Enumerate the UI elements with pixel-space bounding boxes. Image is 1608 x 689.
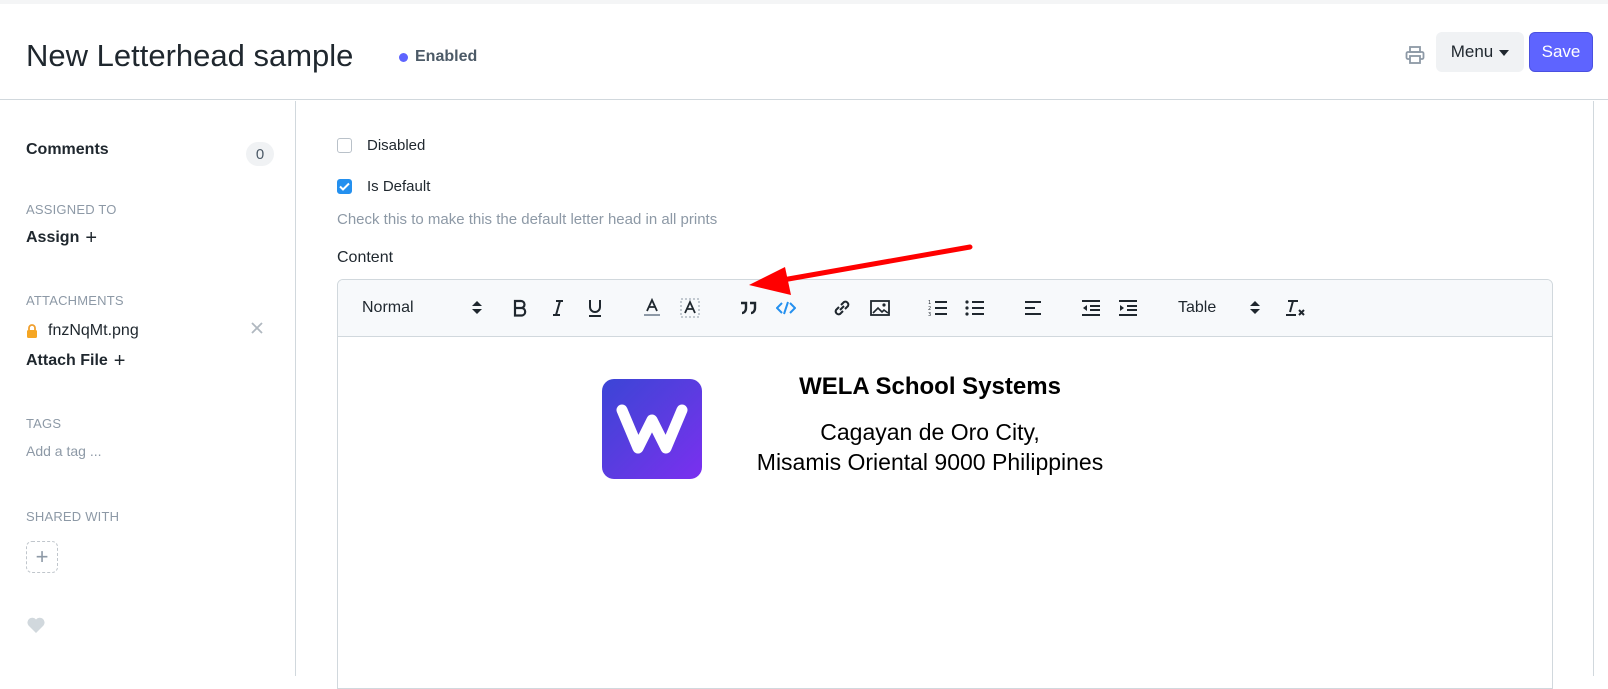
assign-button[interactable]: Assign + [26, 227, 98, 249]
form-sidebar: Comments 0 ASSIGNED TO Assign + ATTACHME… [0, 101, 296, 676]
comments-count-badge: 0 [246, 142, 274, 166]
is-default-label: Is Default [367, 178, 431, 195]
clear-format-button[interactable] [1282, 294, 1310, 322]
svg-text:3: 3 [928, 312, 931, 317]
heading-select[interactable]: Normal [362, 294, 482, 322]
italic-icon [553, 300, 563, 316]
shared-with-label: SHARED WITH [26, 509, 120, 524]
close-icon [251, 322, 263, 334]
checkmark-icon [339, 182, 350, 191]
link-icon [834, 300, 850, 316]
page-title: New Letterhead sample [26, 38, 354, 73]
attachment-item: fnzNqMt.png [26, 319, 274, 343]
outdent-icon [1082, 300, 1100, 316]
content-right-border [1593, 101, 1594, 676]
is-default-checkbox-row[interactable]: Is Default [337, 178, 430, 195]
status-badge: Enabled [399, 48, 477, 66]
comments-label: Comments [26, 141, 109, 158]
is-default-help-text: Check this to make this the default lett… [337, 211, 718, 228]
font-color-icon [644, 298, 660, 316]
attach-file-label: Attach File [26, 352, 108, 369]
heading-select-value: Normal [362, 299, 414, 316]
bullet-list-icon [965, 300, 984, 316]
form-main: Disabled Is Default Check this to make t… [297, 101, 1593, 689]
table-select-value: Table [1178, 299, 1217, 316]
menu-button-label: Menu [1450, 42, 1494, 61]
select-arrows-icon [472, 300, 482, 316]
indent-icon [1119, 300, 1137, 316]
editor-content[interactable]: WELA School Systems Cagayan de Oro City,… [338, 337, 1552, 688]
company-logo-mark [616, 404, 688, 454]
font-color-button[interactable] [638, 294, 666, 322]
assign-label: Assign [26, 229, 80, 246]
is-default-checkbox[interactable] [337, 179, 352, 194]
bold-button[interactable] [506, 294, 534, 322]
add-tag-input[interactable]: Add a tag ... [26, 443, 102, 459]
code-block-icon [776, 301, 796, 315]
save-button[interactable]: Save [1529, 32, 1593, 72]
bold-icon [513, 299, 527, 317]
annotation-arrow [749, 244, 973, 295]
address-line-1: Cagayan de Oro City, [820, 419, 1040, 445]
indent-button[interactable] [1114, 294, 1142, 322]
ordered-list-icon: 123 [928, 300, 947, 317]
like-button[interactable] [26, 616, 46, 634]
align-button[interactable] [1019, 294, 1047, 322]
tags-label: TAGS [26, 416, 62, 431]
rich-text-editor: Normal 1 2 3 Table WELA School Systems C… [337, 279, 1553, 689]
attach-file-button[interactable]: Attach File + [26, 350, 126, 372]
underline-button[interactable] [581, 294, 609, 322]
attachment-file-link[interactable]: fnzNqMt.png [48, 322, 139, 340]
blockquote-icon [741, 301, 757, 315]
underline-icon [589, 300, 601, 317]
attachments-label: ATTACHMENTS [26, 293, 124, 308]
comments-link[interactable]: Comments [26, 141, 109, 159]
plus-icon: + [85, 227, 98, 249]
italic-button[interactable] [544, 294, 572, 322]
printer-icon [1405, 46, 1425, 64]
print-button[interactable] [1398, 40, 1432, 70]
content-label: Content [337, 249, 394, 266]
status-dot-icon [399, 52, 408, 62]
heart-icon [27, 617, 45, 633]
status-text: Enabled [415, 48, 478, 65]
disabled-label: Disabled [367, 137, 426, 154]
table-select[interactable]: Table [1178, 294, 1260, 322]
plus-icon: + [113, 350, 126, 372]
assigned-to-label: ASSIGNED TO [26, 202, 117, 217]
background-color-button[interactable] [676, 294, 704, 322]
disabled-checkbox[interactable] [337, 138, 352, 153]
caret-down-icon [1499, 50, 1510, 56]
address-line-2: Misamis Oriental 9000 Philippines [756, 449, 1104, 475]
menu-button[interactable]: Menu [1436, 32, 1524, 72]
outdent-button[interactable] [1077, 294, 1105, 322]
background-color-icon [680, 298, 700, 318]
disabled-checkbox-row[interactable]: Disabled [337, 137, 425, 154]
select-arrows-icon [1250, 300, 1260, 316]
clear-format-icon [1286, 300, 1305, 316]
share-add-button[interactable]: + [26, 541, 58, 573]
image-icon [870, 300, 890, 316]
company-name: WELA School Systems [799, 373, 1061, 400]
company-logo [602, 379, 702, 479]
align-icon [1025, 301, 1041, 315]
plus-icon: + [35, 544, 49, 569]
page-header: New Letterhead sample Enabled Menu Save [0, 4, 1608, 100]
remove-attachment-button[interactable] [250, 321, 270, 341]
letterhead-text: WELA School Systems Cagayan de Oro City,… [730, 373, 1130, 477]
lock-icon [27, 324, 37, 338]
